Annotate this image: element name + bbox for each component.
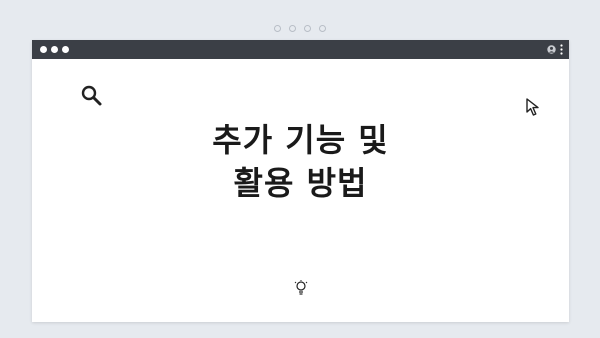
search-icon — [81, 85, 102, 106]
window-controls — [40, 46, 69, 53]
maximize-window-button[interactable] — [62, 46, 69, 53]
slide-title-line-1: 추가 기능 및 — [212, 121, 389, 159]
carousel-dot[interactable] — [304, 25, 311, 32]
page-background: 추가 기능 및 활용 방법 — [0, 0, 600, 338]
slide-title: 추가 기능 및 활용 방법 — [32, 119, 569, 205]
carousel-dots — [0, 25, 600, 32]
browser-window: 추가 기능 및 활용 방법 — [32, 40, 569, 322]
lightbulb-icon — [294, 280, 308, 295]
slide-title-line-2: 활용 방법 — [233, 164, 368, 202]
close-window-button[interactable] — [40, 46, 47, 53]
more-icon[interactable] — [560, 44, 563, 55]
window-titlebar — [32, 40, 569, 59]
carousel-dot[interactable] — [289, 25, 296, 32]
minimize-window-button[interactable] — [51, 46, 58, 53]
carousel-dot[interactable] — [274, 25, 281, 32]
cursor-icon — [526, 98, 539, 116]
avatar-icon[interactable] — [547, 45, 556, 54]
titlebar-actions — [547, 44, 563, 55]
carousel-dot[interactable] — [319, 25, 326, 32]
